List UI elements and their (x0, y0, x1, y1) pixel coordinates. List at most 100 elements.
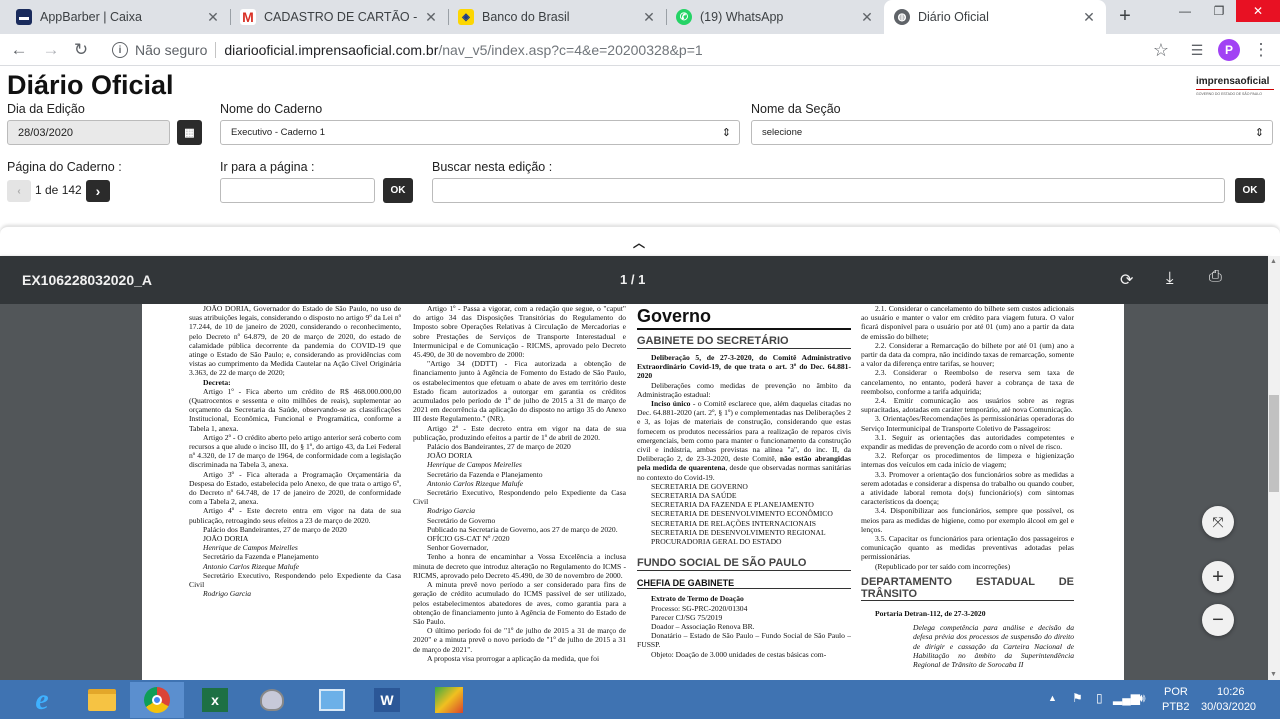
doc-paragraph: Artigo 1º - Passa a vigorar, com a redaç… (413, 304, 626, 360)
print-icon[interactable]: ⎙ (1209, 268, 1222, 286)
doc-bold-lead: Inciso único (651, 399, 691, 409)
doc-column-2: Artigo 1º - Passa a vigorar, com a redaç… (413, 304, 626, 680)
zoom-in-icon[interactable]: + (1202, 561, 1234, 593)
caderno-select[interactable]: Executivo - Caderno 1 ⇕ (220, 120, 740, 145)
word-icon[interactable]: W (360, 682, 414, 718)
doc-paragraph: Artigo 1º - Fica aberto um crédito de R$… (189, 386, 401, 433)
doc-paragraph: 3.2. Reforçar os procedimentos de limpez… (861, 451, 1074, 470)
scroll-up-arrow-icon[interactable]: ▲ (1270, 258, 1277, 265)
doc-paragraph: O último período foi de "1º de julho de … (413, 626, 626, 654)
next-page-chevron-icon[interactable]: › (86, 180, 110, 202)
doc-paragraph: "Artigo 34 (DDTT) - Fica autorizada a ob… (413, 359, 626, 424)
close-icon[interactable]: ✕ (860, 9, 874, 26)
doc-paragraph: JOÃO DORIA, Governador do Estado de São … (189, 304, 401, 378)
doc-paragraph: Objeto: Doação de 3.000 unidades de cest… (651, 649, 827, 659)
doc-paragraph: Artigo 4º - Este decreto entra em vigor … (189, 506, 401, 525)
language-sub[interactable]: PTB2 (1162, 701, 1190, 713)
app-icon[interactable] (422, 682, 476, 718)
doc-paragraph: A minuta prevê novo período a ser consid… (413, 580, 626, 626)
doc-paragraph: Tenho a honra de encaminhar a Vossa Exce… (413, 552, 626, 580)
address-bar[interactable]: i Não seguro diariooficial.imprensaofici… (100, 37, 1180, 63)
download-icon[interactable]: ⤓ (1166, 268, 1174, 288)
volume-icon[interactable]: 🔊︎ (1138, 691, 1146, 706)
tab-diario-oficial[interactable]: ◍ Diário Oficial ✕ (884, 0, 1106, 34)
paint-icon[interactable] (245, 682, 299, 718)
pdf-viewer[interactable]: JOÃO DORIA, Governador do Estado de São … (0, 304, 1268, 680)
minimize-icon[interactable]: — (1168, 0, 1202, 22)
chevron-up-icon[interactable]: ︿ (633, 234, 645, 251)
fit-page-icon[interactable]: ⤧ (1202, 506, 1234, 538)
doc-column-3: Governo GABINETE DO SECRETÁRIO Deliberaç… (637, 304, 851, 680)
search-input[interactable] (432, 178, 1225, 203)
windows-taskbar: e x W ▲ ⚑ ▯ ▂▄▆ 🔊︎ POR PTB2 10:26 30/03/… (0, 680, 1280, 719)
ie-icon[interactable]: e (15, 682, 69, 718)
tab-whatsapp[interactable]: ✆ (19) WhatsApp ✕ (666, 0, 884, 34)
network-signal-icon[interactable]: ▂▄▆ (1113, 691, 1140, 705)
doc-section-heading: DEPARTAMENTO ESTADUAL DE TRÂNSITO (861, 575, 1074, 601)
brand-name: imprensaoficial (1196, 76, 1274, 90)
excel-icon[interactable]: x (188, 682, 242, 718)
flag-icon[interactable]: ⚑ (1072, 691, 1083, 705)
chrome-icon[interactable] (130, 682, 184, 718)
doc-paragraph: Secretário Executivo, Respondendo pelo E… (189, 570, 401, 590)
doc-paragraph: Publicado na Secretaria de Governo, aos … (427, 524, 618, 534)
search-ok-button[interactable]: OK (1235, 178, 1265, 203)
profile-avatar[interactable]: P (1218, 39, 1240, 61)
gmail-icon: M (240, 9, 256, 25)
scrollbar-thumb[interactable] (1269, 395, 1279, 492)
pdf-toolbar: EX106228032020_A 1 / 1 ⟳ ⤓ ⎙ (0, 256, 1268, 304)
back-arrow-icon[interactable]: ← (8, 39, 30, 61)
control-panel-icon[interactable] (305, 682, 359, 718)
date-field[interactable]: 28/03/2020 (7, 120, 170, 145)
doc-paragraph: Delega competência para análise e decisã… (913, 623, 1074, 669)
browser-toolbar: ← → ↻ i Não seguro diariooficial.imprens… (0, 34, 1280, 66)
close-icon[interactable]: ✕ (642, 9, 656, 26)
collapse-bar[interactable]: ︿ (0, 226, 1280, 256)
doc-paragraph: 3.5. Capacitar os funcionários para orie… (861, 534, 1074, 562)
close-icon[interactable]: ✕ (206, 9, 220, 26)
forward-arrow-icon[interactable]: → (40, 39, 62, 61)
calendar-icon[interactable]: ▦ (177, 120, 202, 145)
rotate-icon[interactable]: ⟳ (1120, 270, 1133, 290)
doc-paragraph: Extrato de Termo de Doação (651, 594, 744, 604)
new-tab-plus-icon[interactable]: + (1113, 4, 1137, 28)
info-icon[interactable]: i (112, 42, 128, 58)
clock-time[interactable]: 10:26 (1217, 686, 1245, 698)
doc-section-heading: GABINETE DO SECRETÁRIO (637, 334, 851, 349)
close-icon[interactable]: ✕ (1082, 9, 1096, 26)
close-icon[interactable]: ✕ (424, 9, 438, 26)
appbarber-icon: ▬ (16, 9, 32, 25)
tab-banco-do-brasil[interactable]: ◈ Banco do Brasil ✕ (448, 0, 666, 34)
address-separator (215, 42, 217, 58)
scroll-down-arrow-icon[interactable]: ▼ (1270, 671, 1277, 678)
bookmark-star-icon[interactable]: ☆ (1150, 39, 1172, 61)
tray-up-arrow-icon[interactable]: ▲ (1048, 693, 1057, 703)
doc-paragraph: 3.4. Disponibilizar aos funcionários, se… (861, 506, 1074, 534)
prev-page-chevron-icon[interactable]: ‹ (7, 180, 31, 202)
select-arrows-icon: ⇕ (1254, 127, 1264, 139)
menu-dots-icon[interactable]: ⋮ (1250, 39, 1272, 61)
search-label: Buscar nesta edição : (432, 160, 553, 174)
doc-heading: Governo (637, 304, 851, 330)
reload-icon[interactable]: ↻ (70, 39, 92, 61)
tab-title: Banco do Brasil (482, 10, 570, 24)
clock-date[interactable]: 30/03/2020 (1201, 701, 1256, 713)
doc-paragraph: Deliberações como medidas de prevenção n… (637, 380, 851, 399)
restore-icon[interactable]: ❐ (1202, 0, 1236, 22)
doc-paragraph: Inciso único - o Comitê esclarece que, a… (637, 399, 851, 482)
zoom-out-icon[interactable]: − (1202, 604, 1234, 636)
reading-list-icon[interactable]: ☰ (1186, 39, 1208, 61)
tab-appbarber[interactable]: ▬ AppBarber | Caixa ✕ (6, 0, 230, 34)
doc-paragraph: 2.4. Emitir comunicação aos usuários sob… (861, 396, 1074, 415)
secao-select[interactable]: selecione ⇕ (751, 120, 1273, 145)
window-close-icon[interactable]: ✕ (1236, 0, 1280, 22)
goto-page-input[interactable] (220, 178, 375, 203)
tab-cadastro[interactable]: M CADASTRO DE CARTÃO - jurídi ✕ (230, 0, 448, 34)
battery-icon[interactable]: ▯ (1096, 691, 1103, 705)
page-title: Diário Oficial (7, 70, 174, 100)
tab-title: CADASTRO DE CARTÃO - jurídi (264, 10, 418, 24)
explorer-icon[interactable] (75, 682, 129, 718)
goto-ok-button[interactable]: OK (383, 178, 413, 203)
language-label[interactable]: POR (1164, 686, 1188, 698)
doc-paragraph: Antonio Carlos Rizeque Malufe (427, 478, 523, 488)
